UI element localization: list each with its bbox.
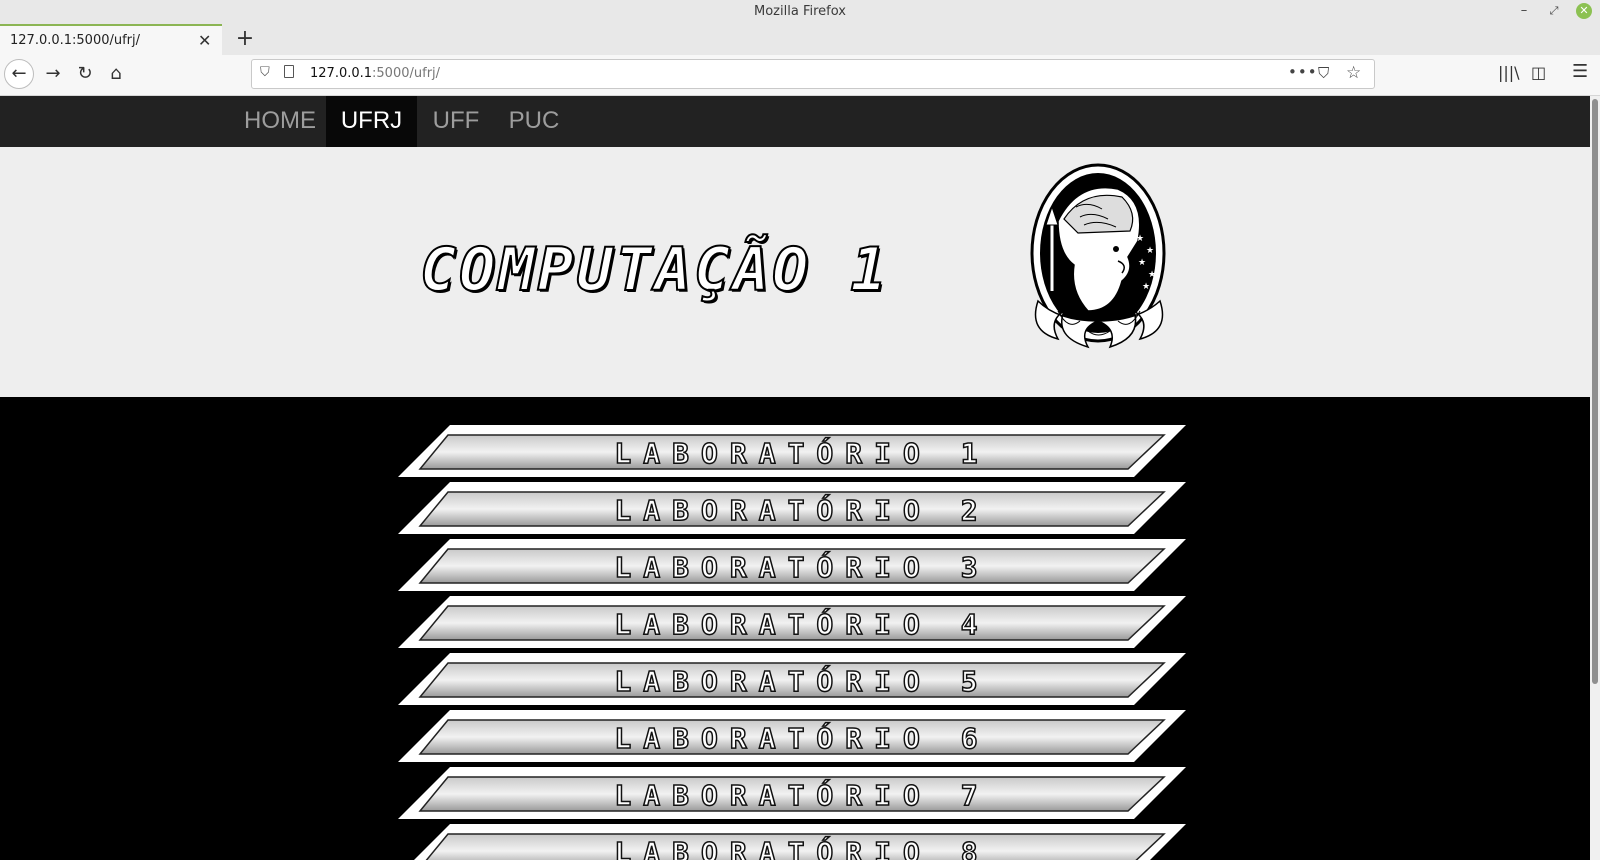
nav-puc[interactable]: PUC <box>497 96 571 147</box>
back-button[interactable]: ← <box>4 59 34 89</box>
lab-button-5[interactable]: LABORATÓRIO 5 <box>398 653 1186 705</box>
navigation-toolbar: ← → ↻ ⌂ ⛉ 127.0.0.1:5000/ufrj/ ••• ⛉ ☆ |… <box>0 55 1600 96</box>
lab-button-3[interactable]: LABORATÓRIO 3 <box>398 539 1186 591</box>
lab-button-8[interactable]: LABORATÓRIO 8 <box>398 824 1186 860</box>
browser-tab[interactable]: 127.0.0.1:5000/ufrj/ ✕ <box>0 24 222 55</box>
svg-text:★: ★ <box>1148 270 1156 280</box>
lab-label: LABORATÓRIO 6 <box>614 721 990 756</box>
scrollbar-thumb[interactable] <box>1592 99 1598 684</box>
home-button[interactable]: ⌂ <box>101 59 131 89</box>
lab-button-1[interactable]: LABORATÓRIO 1 <box>398 425 1186 477</box>
sidebar-icon[interactable]: ◫ <box>1531 63 1546 82</box>
page-scrollbar[interactable] <box>1590 96 1600 860</box>
lab-button-4[interactable]: LABORATÓRIO 4 <box>398 596 1186 648</box>
tab-close-icon[interactable]: ✕ <box>198 31 211 50</box>
window-title: Mozilla Firefox <box>754 4 846 19</box>
lab-label: LABORATÓRIO 2 <box>614 493 990 528</box>
close-window-icon[interactable]: ✕ <box>1576 3 1592 19</box>
ufrj-minerva-logo: ★ ★ ★ ★ ★ <box>1030 163 1166 349</box>
page-title: COMPUTAÇÃO 1 <box>419 234 890 306</box>
address-bar[interactable]: ⛉ 127.0.0.1:5000/ufrj/ ••• ⛉ ☆ <box>251 59 1375 89</box>
reload-button[interactable]: ↻ <box>70 59 100 89</box>
lab-label: LABORATÓRIO 7 <box>614 778 990 813</box>
svg-text:★: ★ <box>1136 234 1144 244</box>
minimize-icon[interactable]: – <box>1516 3 1532 19</box>
lab-label: LABORATÓRIO 3 <box>614 550 990 585</box>
tab-strip: 127.0.0.1:5000/ufrj/ ✕ + <box>0 24 1600 55</box>
url-host: 127.0.0.1 <box>310 66 373 81</box>
hamburger-menu-icon[interactable]: ☰ <box>1572 61 1588 82</box>
nav-home[interactable]: HOME <box>230 96 330 147</box>
forward-button[interactable]: → <box>38 59 68 89</box>
page-actions-icon[interactable]: ••• <box>1288 63 1318 81</box>
page-content: HOME UFRJ UFF PUC COMPUTAÇÃO 1 ★ ★ ★ ★ ★ <box>0 96 1590 860</box>
lab-button-6[interactable]: LABORATÓRIO 6 <box>398 710 1186 762</box>
hero-banner: COMPUTAÇÃO 1 ★ ★ ★ ★ ★ <box>0 147 1590 397</box>
svg-text:★: ★ <box>1138 258 1146 268</box>
url-text[interactable]: 127.0.0.1:5000/ufrj/ <box>310 66 440 81</box>
svg-text:★: ★ <box>1142 282 1150 292</box>
maximize-icon[interactable]: ⤢ <box>1546 3 1562 19</box>
window-titlebar: Mozilla Firefox – ⤢ ✕ <box>0 0 1600 24</box>
nav-uff[interactable]: UFF <box>419 96 493 147</box>
lab-button-2[interactable]: LABORATÓRIO 2 <box>398 482 1186 534</box>
lab-label: LABORATÓRIO 4 <box>614 607 990 642</box>
lab-button-7[interactable]: LABORATÓRIO 7 <box>398 767 1186 819</box>
svg-text:★: ★ <box>1146 246 1154 256</box>
page-title-text: COMPUTAÇÃO 1 <box>419 234 890 306</box>
url-path: :5000/ufrj/ <box>372 66 441 81</box>
pocket-icon[interactable]: ⛉ <box>1318 64 1329 82</box>
lab-label: LABORATÓRIO 1 <box>614 436 990 471</box>
library-icon[interactable]: |||\ <box>1498 63 1520 82</box>
lab-label: LABORATÓRIO 5 <box>614 664 990 699</box>
tab-title: 127.0.0.1:5000/ufrj/ <box>10 33 141 48</box>
bookmark-star-icon[interactable]: ☆ <box>1346 63 1361 83</box>
lab-label: LABORATÓRIO 8 <box>614 835 990 860</box>
new-tab-button[interactable]: + <box>232 26 258 51</box>
nav-ufrj[interactable]: UFRJ <box>326 96 417 147</box>
tracking-shield-icon[interactable]: ⛉ <box>260 65 270 80</box>
page-info-icon[interactable] <box>284 65 294 78</box>
site-navbar: HOME UFRJ UFF PUC <box>0 96 1590 147</box>
